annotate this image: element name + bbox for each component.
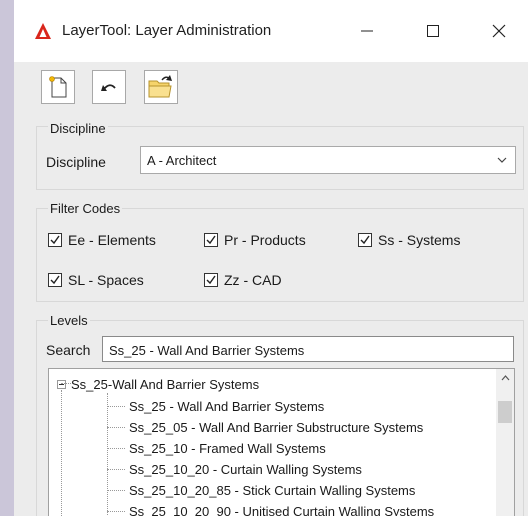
search-input-value: Ss_25 - Wall And Barrier Systems xyxy=(109,343,305,358)
search-label: Search xyxy=(46,342,91,358)
collapse-node-icon[interactable] xyxy=(57,380,66,389)
tree-connector xyxy=(107,469,125,470)
tree-connector xyxy=(107,490,125,491)
filter-zz-cad[interactable]: Zz - CAD xyxy=(204,272,282,288)
checkmark-icon xyxy=(206,235,216,245)
checkbox[interactable] xyxy=(204,273,218,287)
scroll-thumb[interactable] xyxy=(498,401,512,423)
checkmark-icon xyxy=(50,235,60,245)
levels-tree[interactable]: Ss_25-Wall And Barrier Systems Ss_25 - W… xyxy=(48,368,515,516)
checkmark-icon xyxy=(360,235,370,245)
tree-connector xyxy=(107,427,125,428)
discipline-group-label: Discipline xyxy=(48,121,108,136)
tree-connector xyxy=(61,390,62,516)
layertool-window: LayerTool: Layer Administration Discipli… xyxy=(14,0,528,516)
tree-node[interactable]: Ss_25 - Wall And Barrier Systems xyxy=(129,399,324,414)
tree-node[interactable]: Ss_25_10_20_85 - Stick Curtain Walling S… xyxy=(129,483,415,498)
scroll-up-button[interactable] xyxy=(496,369,514,387)
undo-icon xyxy=(101,84,116,91)
minimize-icon xyxy=(361,30,373,32)
filter-pr-products[interactable]: Pr - Products xyxy=(204,232,306,248)
filter-sl-label: SL - Spaces xyxy=(68,272,144,288)
discipline-field-label: Discipline xyxy=(46,154,106,170)
filter-sl-spaces[interactable]: SL - Spaces xyxy=(48,272,144,288)
tree-scrollbar[interactable] xyxy=(496,369,514,516)
filter-ss-systems[interactable]: Ss - Systems xyxy=(358,232,460,248)
discipline-select[interactable]: A - Architect xyxy=(140,146,516,174)
tree-node[interactable]: Ss_25_10_20 - Curtain Walling Systems xyxy=(129,462,362,477)
filter-ee-label: Ee - Elements xyxy=(68,232,156,248)
tree-connector xyxy=(107,448,125,449)
close-icon xyxy=(492,24,506,38)
minimize-button[interactable] xyxy=(344,14,390,48)
checkbox[interactable] xyxy=(48,233,62,247)
checkbox[interactable] xyxy=(204,233,218,247)
checkbox[interactable] xyxy=(358,233,372,247)
checkbox[interactable] xyxy=(48,273,62,287)
levels-group-label: Levels xyxy=(48,313,90,328)
maximize-button[interactable] xyxy=(410,14,456,48)
open-folder-icon xyxy=(148,75,172,98)
filter-pr-label: Pr - Products xyxy=(224,232,306,248)
chevron-up-icon xyxy=(501,375,509,381)
filter-ee-elements[interactable]: Ee - Elements xyxy=(48,232,156,248)
close-button[interactable] xyxy=(476,14,522,48)
tree-connector xyxy=(107,406,125,407)
tree-connector xyxy=(107,511,125,512)
maximize-icon xyxy=(427,25,439,37)
checkmark-icon xyxy=(206,275,216,285)
tree-node[interactable]: Ss_25_10 - Framed Wall Systems xyxy=(129,441,326,456)
discipline-selected-value: A - Architect xyxy=(147,153,217,168)
open-folder-button[interactable] xyxy=(144,70,178,104)
new-layer-icon xyxy=(49,76,67,98)
tree-node[interactable]: Ss_25_05 - Wall And Barrier Substructure… xyxy=(129,420,423,435)
undo-button[interactable] xyxy=(92,70,126,104)
title-bar[interactable]: LayerTool: Layer Administration xyxy=(14,0,528,62)
window-title: LayerTool: Layer Administration xyxy=(62,22,272,39)
chevron-down-icon xyxy=(497,157,507,163)
tree-connector xyxy=(107,393,108,516)
checkmark-icon xyxy=(50,275,60,285)
new-layer-button[interactable] xyxy=(41,70,75,104)
search-input[interactable]: Ss_25 - Wall And Barrier Systems xyxy=(102,336,514,362)
filter-zz-label: Zz - CAD xyxy=(224,272,282,288)
filter-ss-label: Ss - Systems xyxy=(378,232,461,248)
tree-node[interactable]: Ss_25_10_20_90 - Unitised Curtain Wallin… xyxy=(129,504,434,516)
tree-root-node[interactable]: Ss_25-Wall And Barrier Systems xyxy=(71,377,259,392)
app-logo-icon xyxy=(35,23,51,39)
tree-connector xyxy=(61,383,71,384)
filter-codes-group-label: Filter Codes xyxy=(48,201,123,216)
